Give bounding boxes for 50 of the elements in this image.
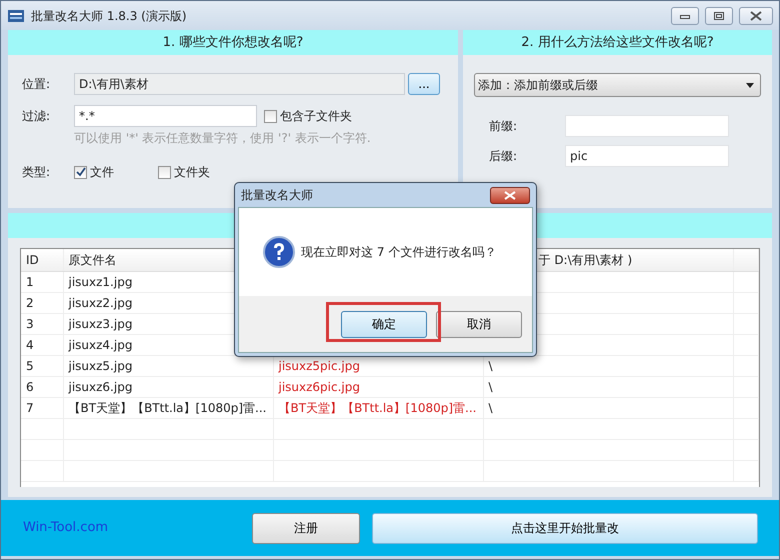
section-heading: 2. 用什么方法给这些文件改名呢? (463, 30, 772, 55)
dialog-title: 批量改名大师 (241, 187, 313, 204)
field-label: 类型: (22, 164, 52, 181)
prefix-field[interactable] (565, 115, 729, 137)
maximize-icon (714, 12, 724, 20)
table-cell: \ (483, 397, 733, 418)
table-cell: 【BT天堂】【BTtt.la】[1080p]雷... (273, 397, 483, 418)
suffix-field[interactable]: pic (565, 145, 729, 167)
close-icon (504, 190, 516, 200)
table-cell: 7 (21, 397, 63, 418)
checkbox-label: 包含子文件夹 (280, 108, 352, 125)
field-label: 位置: (22, 76, 52, 93)
checkbox[interactable] (264, 110, 277, 122)
cancel-button[interactable]: 取消 (436, 310, 522, 338)
table-cell: jisuxz6pic.jpg (273, 376, 483, 397)
table-cell: 【BT天堂】【BTtt.la】[1080p]雷... (63, 397, 273, 418)
table-cell: 4 (21, 334, 63, 355)
table-cell: 1 (21, 271, 63, 292)
minimize-icon (680, 12, 690, 18)
checkbox[interactable] (158, 166, 171, 178)
section-heading: 1. 哪些文件你想改名呢? (8, 30, 458, 55)
table-cell: 5 (21, 355, 63, 376)
register-button[interactable]: 注册 (252, 512, 360, 544)
close-icon (750, 10, 762, 20)
browse-button[interactable]: ... (408, 73, 440, 95)
method-dropdown[interactable]: 添加：添加前缀或后缀 (474, 73, 761, 97)
minimize-button[interactable] (671, 6, 699, 24)
question-icon (263, 236, 295, 268)
column-header: ID (21, 249, 63, 271)
field-label: 前缀: (489, 118, 518, 135)
ok-button[interactable]: 确定 (341, 310, 427, 338)
checkbox-label: 文件 (90, 164, 114, 181)
start-button[interactable]: 点击这里开始批量改 (372, 512, 758, 544)
field-label: 过滤: (22, 108, 52, 125)
table-cell: jisuxz6.jpg (63, 376, 273, 397)
close-button[interactable] (490, 186, 530, 204)
table-cell: \ (483, 376, 733, 397)
hint-text: 可以使用 '*' 表示任意数量字符，使用 '?' 表示一个字符. (74, 130, 372, 147)
window-title: 批量改名大师 1.8.3 (演示版) (31, 8, 188, 24)
table-cell: 3 (21, 313, 63, 334)
table-cell: 2 (21, 292, 63, 313)
close-button[interactable] (739, 6, 773, 24)
checkbox[interactable] (74, 166, 87, 178)
checkbox-label: 文件夹 (174, 164, 210, 181)
filter-field[interactable]: *.* (74, 105, 257, 127)
caret-icon (746, 82, 754, 88)
location-field[interactable]: D:\有用\素材 (74, 73, 405, 95)
field-label: 后缀: (489, 148, 518, 165)
maximize-button[interactable] (705, 6, 733, 24)
table-cell: 6 (21, 376, 63, 397)
